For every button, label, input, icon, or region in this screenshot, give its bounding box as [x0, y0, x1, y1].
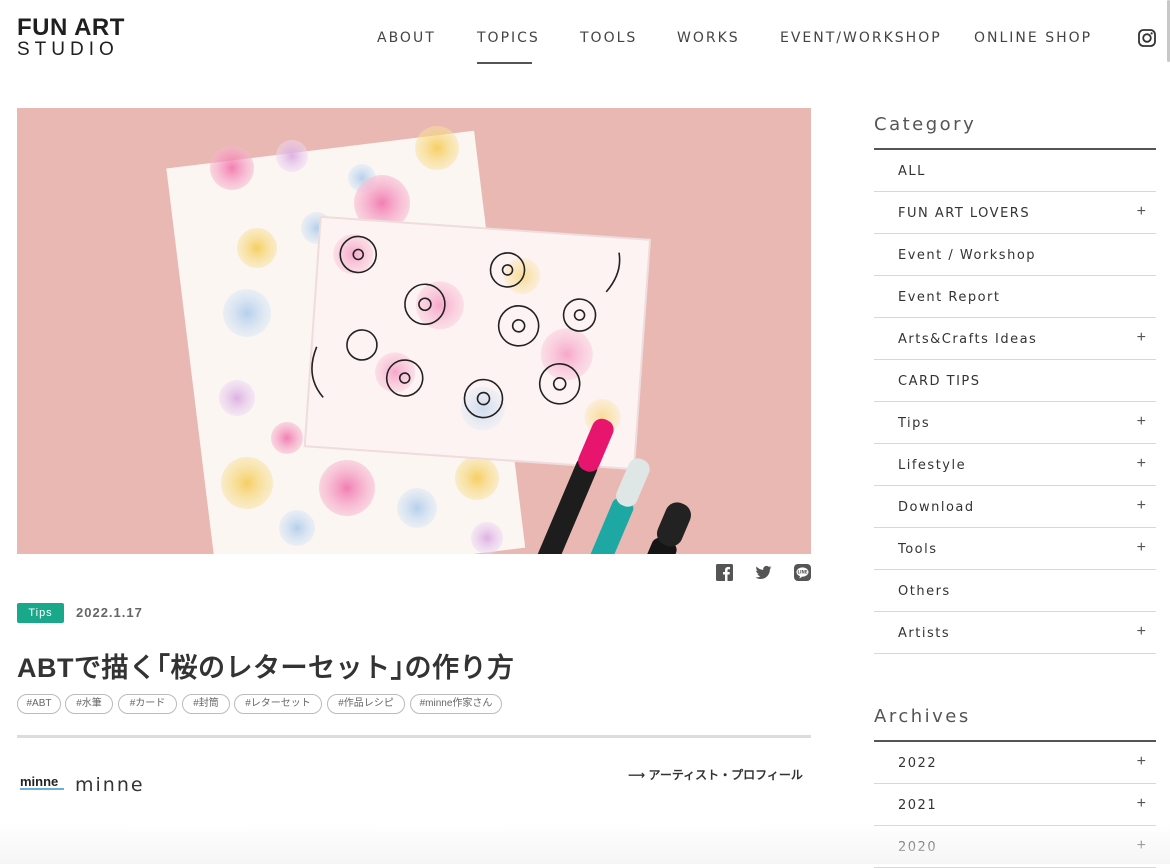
category-item-event-workshop[interactable]: Event / Workshop [874, 234, 1156, 276]
hashtag-pill[interactable]: #レターセット [234, 694, 322, 714]
expand-plus-icon[interactable]: + [1137, 330, 1146, 346]
category-item-artists[interactable]: Artists + [874, 612, 1156, 654]
expand-plus-icon[interactable]: + [1137, 754, 1146, 770]
nav-topics[interactable]: TOPICS [477, 30, 540, 46]
category-item-label: Tools [898, 542, 938, 557]
expand-plus-icon[interactable]: + [1137, 204, 1146, 220]
expand-plus-icon[interactable]: + [1137, 540, 1146, 556]
facebook-icon[interactable] [716, 564, 733, 581]
article-hero-image [17, 108, 811, 554]
hashtag-pill[interactable]: #ABT [17, 694, 61, 714]
category-list: ALL FUN ART LOVERS + Event / Workshop Event … [874, 150, 1156, 654]
artist-profile-link[interactable]: ⟶ アーティスト・プロフィール [628, 766, 803, 783]
category-item-arts-crafts-ideas[interactable]: Arts&Crafts Ideas + [874, 318, 1156, 360]
archive-item-2020[interactable]: 2020 + [874, 826, 1156, 868]
archives-list: 2022 +2021 +2020 + [874, 742, 1156, 868]
category-item-download[interactable]: Download + [874, 486, 1156, 528]
category-item-tools[interactable]: Tools + [874, 528, 1156, 570]
nav-online-shop[interactable]: ONLINE SHOP [974, 30, 1092, 46]
archive-item-2022[interactable]: 2022 + [874, 742, 1156, 784]
expand-plus-icon[interactable]: + [1137, 796, 1146, 812]
expand-plus-icon[interactable]: + [1137, 456, 1146, 472]
archive-item-2021[interactable]: 2021 + [874, 784, 1156, 826]
category-item-label: Artists [898, 626, 951, 641]
nav-event-workshop[interactable]: EVENT/WORKSHOP [780, 30, 942, 46]
nav-tools[interactable]: TOOLS [580, 30, 637, 46]
hashtag-pill[interactable]: #水筆 [65, 694, 113, 714]
category-item-all[interactable]: ALL [874, 150, 1156, 192]
nav-works[interactable]: WORKS [677, 30, 740, 46]
category-item-tips[interactable]: Tips + [874, 402, 1156, 444]
author-logo: minne [20, 774, 64, 790]
category-badge[interactable]: Tips [17, 603, 64, 623]
nav-about[interactable]: ABOUT [377, 30, 436, 46]
site-logo[interactable]: FUN ART STUDIO [17, 14, 125, 60]
category-item-event-report[interactable]: Event Report [874, 276, 1156, 318]
category-item-label: Arts&Crafts Ideas [898, 332, 1038, 347]
category-item-label: Event Report [898, 290, 1001, 305]
logo-line-1: FUN ART [17, 14, 125, 41]
expand-plus-icon[interactable]: + [1137, 838, 1146, 854]
instagram-icon[interactable] [1138, 29, 1156, 47]
hashtag-pill[interactable]: #作品レシピ [327, 694, 405, 714]
article-title: ABTで描く｢桜のレターセット｣の作り方 [17, 653, 515, 683]
expand-plus-icon[interactable]: + [1137, 414, 1146, 430]
hashtag-pill[interactable]: #カード [118, 694, 177, 714]
article-divider [17, 735, 811, 738]
category-item-label: Lifestyle [898, 458, 967, 473]
expand-plus-icon[interactable]: + [1137, 624, 1146, 640]
category-item-label: Tips [898, 416, 931, 431]
publish-date: 2022.1.17 [76, 605, 143, 620]
category-item-label: Download [898, 500, 975, 515]
category-item-label: FUN ART LOVERS [898, 206, 1031, 221]
nav-active-indicator [477, 62, 532, 64]
category-item-fun-art-lovers[interactable]: FUN ART LOVERS + [874, 192, 1156, 234]
category-item-lifestyle[interactable]: Lifestyle + [874, 444, 1156, 486]
archive-item-label: 2022 [898, 756, 938, 771]
category-item-label: Event / Workshop [898, 248, 1037, 263]
archives-heading: Archives [874, 706, 971, 727]
hashtag-pill[interactable]: #封筒 [182, 694, 230, 714]
svg-text:LINE: LINE [797, 570, 807, 575]
line-icon[interactable]: LINE [794, 564, 811, 581]
twitter-icon[interactable] [755, 564, 772, 581]
author-name[interactable]: minne [75, 774, 145, 796]
archive-item-label: 2020 [898, 840, 938, 855]
category-item-label: Others [898, 584, 951, 599]
category-item-others[interactable]: Others [874, 570, 1156, 612]
category-heading: Category [874, 114, 977, 135]
archive-item-label: 2021 [898, 798, 938, 813]
category-item-card-tips[interactable]: CARD TIPS [874, 360, 1156, 402]
category-item-label: CARD TIPS [898, 374, 981, 389]
author-logo-text: minne [20, 774, 59, 789]
category-item-label: ALL [898, 164, 926, 179]
expand-plus-icon[interactable]: + [1137, 498, 1146, 514]
author-logo-underline [20, 788, 64, 790]
hashtag-pill[interactable]: #minne作家さん [410, 694, 502, 714]
logo-line-2: STUDIO [17, 39, 119, 60]
